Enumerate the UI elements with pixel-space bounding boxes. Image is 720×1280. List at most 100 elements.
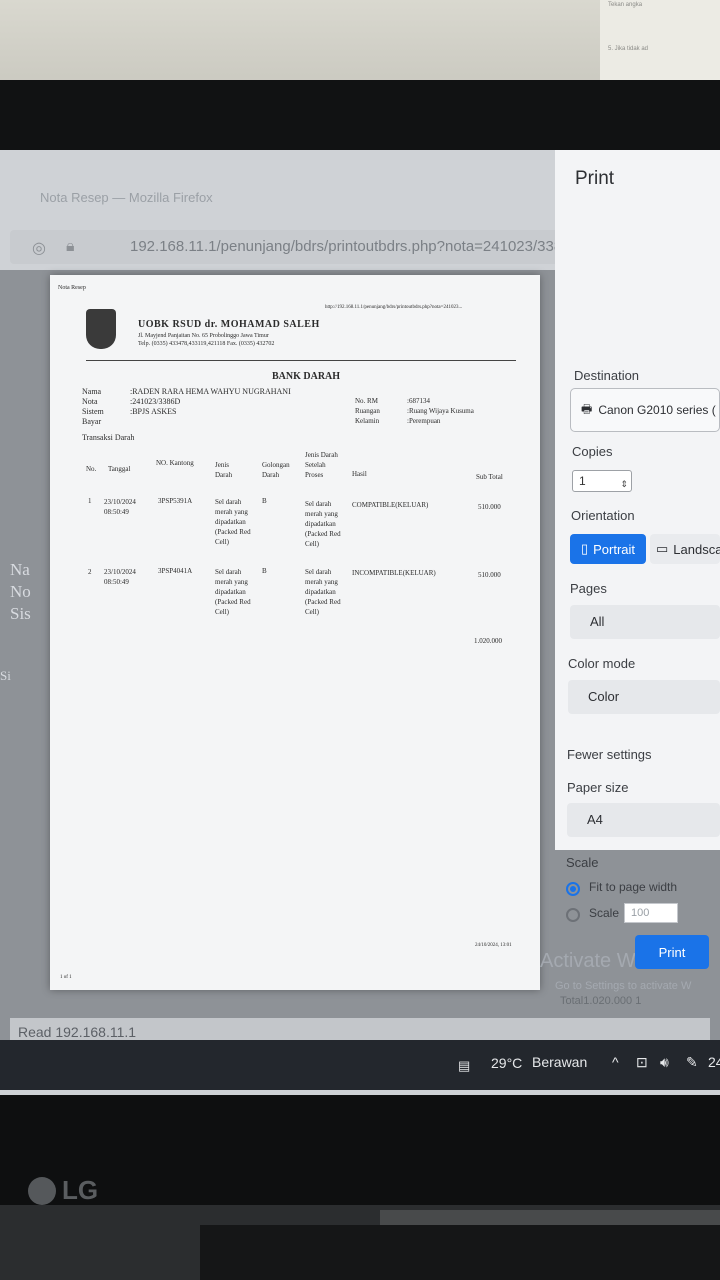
network-icon[interactable]: ⊡ <box>636 1054 648 1071</box>
portrait-label: Portrait <box>593 541 636 557</box>
landscape-icon: ▭ <box>656 541 669 556</box>
hospital-name: UOBK RSUD dr. MOHAMAD SALEH <box>138 319 320 330</box>
shield-icon: ◎ <box>32 240 46 257</box>
fit-to-page-label: Fit to page width <box>589 880 678 894</box>
th-hasil: Hasil <box>352 470 367 478</box>
paper-size-label: Paper size <box>567 780 629 795</box>
value-rm: :687134 <box>407 397 430 405</box>
label-nama: Nama <box>82 387 102 396</box>
paper-size-value: A4 <box>587 812 603 827</box>
scale-radio[interactable] <box>566 908 580 922</box>
page-count: 1 of 1 <box>60 975 72 980</box>
weather-description[interactable]: Berawan <box>532 1054 587 1070</box>
preview-url: http://192.168.11.1/penunjang/bdrs/print… <box>325 305 463 310</box>
fit-to-page-radio[interactable] <box>566 882 580 896</box>
row-1-golongan: B <box>262 497 267 505</box>
portrait-icon: ▯ <box>580 541 589 556</box>
brand-text: LG <box>62 1175 99 1205</box>
bg-fragment: Na <box>10 560 30 579</box>
print-dialog-title: Print <box>575 168 615 189</box>
clock-partial[interactable]: 24 <box>708 1054 720 1070</box>
bg-fragment: No <box>10 582 31 601</box>
value-kelamin: :Perempuan <box>407 417 441 425</box>
value-ruangan: :Ruang Wijaya Kusuma <box>407 407 474 415</box>
th-no-kantong: NO. Kantong <box>156 459 194 467</box>
scale-input[interactable]: 100 <box>624 903 678 923</box>
preview-header-left: Nota Resep <box>58 285 86 291</box>
address-url: 192.168.11.1/penunjang/bdrs/printoutbdrs… <box>130 238 582 255</box>
windows-taskbar: ▤ 29°C Berawan ^ ⊡ 🔊︎ ✎ 24 <box>0 1040 720 1090</box>
browser-window-title: Nota Resep — Mozilla Firefox <box>40 190 213 205</box>
row-2-subtotal: 510.000 <box>478 571 501 579</box>
status-text: Read 192.168.11.1 <box>18 1024 137 1040</box>
copies-input[interactable]: 1 ⇕ <box>572 470 632 492</box>
color-mode-label: Color mode <box>568 656 636 671</box>
orientation-label: Orientation <box>571 508 635 523</box>
row-1-tanggal: 23/10/2024 08:50:49 <box>104 498 136 516</box>
volume-icon[interactable]: 🔊︎ <box>660 1054 669 1071</box>
destination-value: Canon G2010 series ( <box>598 403 716 417</box>
footer-date: 24/10/2024, 13:01 <box>475 943 512 948</box>
print-button[interactable]: Print <box>635 935 709 969</box>
landscape-label: Landsca <box>673 541 720 557</box>
weather-icon[interactable]: ▤ <box>458 1058 470 1074</box>
pages-value: All <box>590 614 605 629</box>
keyboard <box>200 1225 720 1280</box>
copies-label: Copies <box>572 444 613 459</box>
row-1-no: 1 <box>88 497 92 505</box>
label-rm: No. RM <box>355 397 378 405</box>
bg-fragment: Sis <box>10 604 31 623</box>
copies-value: 1 <box>579 474 586 488</box>
row-2-tanggal: 23/10/2024 08:50:49 <box>104 568 136 586</box>
printer-icon: 🖶 <box>581 401 593 416</box>
hospital-logo <box>86 309 116 349</box>
scale-label: Scale <box>566 855 599 870</box>
value-nama: :RADEN RARA HEMA WAHYU NUGRAHANI <box>130 387 291 396</box>
row-2-jenis: Sel darah merah yang dipadatkan (Packed … <box>215 568 251 616</box>
chevron-up-icon[interactable]: ^ <box>612 1054 619 1070</box>
pages-label: Pages <box>570 581 607 596</box>
monitor-chin <box>0 1095 720 1205</box>
th-tanggal: Tanggal <box>108 465 131 473</box>
bg-fragment: Si <box>0 668 11 683</box>
value-sistem: :BPJS ASKES <box>130 407 177 416</box>
document-title: BANK DARAH <box>272 371 341 382</box>
row-1-setelah: Sel darah merah yang dipadatkan (Packed … <box>305 500 341 548</box>
print-preview-page: Nota Resep http://192.168.11.1/penunjang… <box>50 275 540 990</box>
row-1-kantong: 3PSP5391A <box>158 497 193 505</box>
th-jenis-setelah: Jenis Darah Setelah Proses <box>305 451 338 479</box>
pen-icon[interactable]: ✎ <box>686 1054 698 1071</box>
landscape-button[interactable]: ▭ Landsca <box>650 534 720 564</box>
lg-logo-icon <box>28 1176 56 1205</box>
label-bayar: Bayar <box>82 417 102 426</box>
row-1-subtotal: 510.000 <box>478 503 501 511</box>
label-kelamin: Kelamin <box>355 417 380 425</box>
portrait-button[interactable]: ▯ Portrait <box>570 534 646 564</box>
background-total-text: Total1.020.000 1 <box>560 995 642 1007</box>
activate-windows-subtext: Go to Settings to activate W <box>555 980 692 992</box>
destination-select[interactable]: 🖶 Canon G2010 series ( <box>570 388 720 432</box>
destination-label: Destination <box>574 368 640 383</box>
print-button-label: Print <box>658 944 686 960</box>
print-dialog: Print <box>555 150 720 850</box>
color-mode-select[interactable]: Color <box>568 680 720 714</box>
pages-select[interactable]: All <box>570 605 720 639</box>
fewer-settings-toggle[interactable]: Fewer settings <box>567 747 652 762</box>
th-sub-total: Sub Total <box>476 473 503 481</box>
paper-size-select[interactable]: A4 <box>567 803 720 837</box>
label-nota: Nota <box>82 397 98 406</box>
monitor-logo: LG <box>28 1175 98 1206</box>
th-golongan-darah: Golongan Darah <box>262 461 290 479</box>
th-no: No. <box>86 465 97 473</box>
label-ruangan: Ruangan <box>355 407 380 415</box>
color-mode-value: Color <box>588 689 620 704</box>
weather-temp[interactable]: 29°C <box>491 1055 522 1071</box>
section-title: Transaksi Darah <box>82 433 135 442</box>
hospital-phone: Telp. (0335) 433478,433119,421118 Fax. (… <box>138 341 275 347</box>
stepper-arrows-icon[interactable]: ⇕ <box>620 474 628 494</box>
row-2-setelah: Sel darah merah yang dipadatkan (Packed … <box>305 568 341 616</box>
scale-option-label: Scale <box>589 906 620 920</box>
row-1-hasil: COMPATIBLE(KELUAR) <box>352 501 429 509</box>
value-nota: :241023/3386D <box>130 397 181 406</box>
hospital-address: Jl. Mayjend Panjaitan No. 65 Probolinggo… <box>138 333 269 339</box>
